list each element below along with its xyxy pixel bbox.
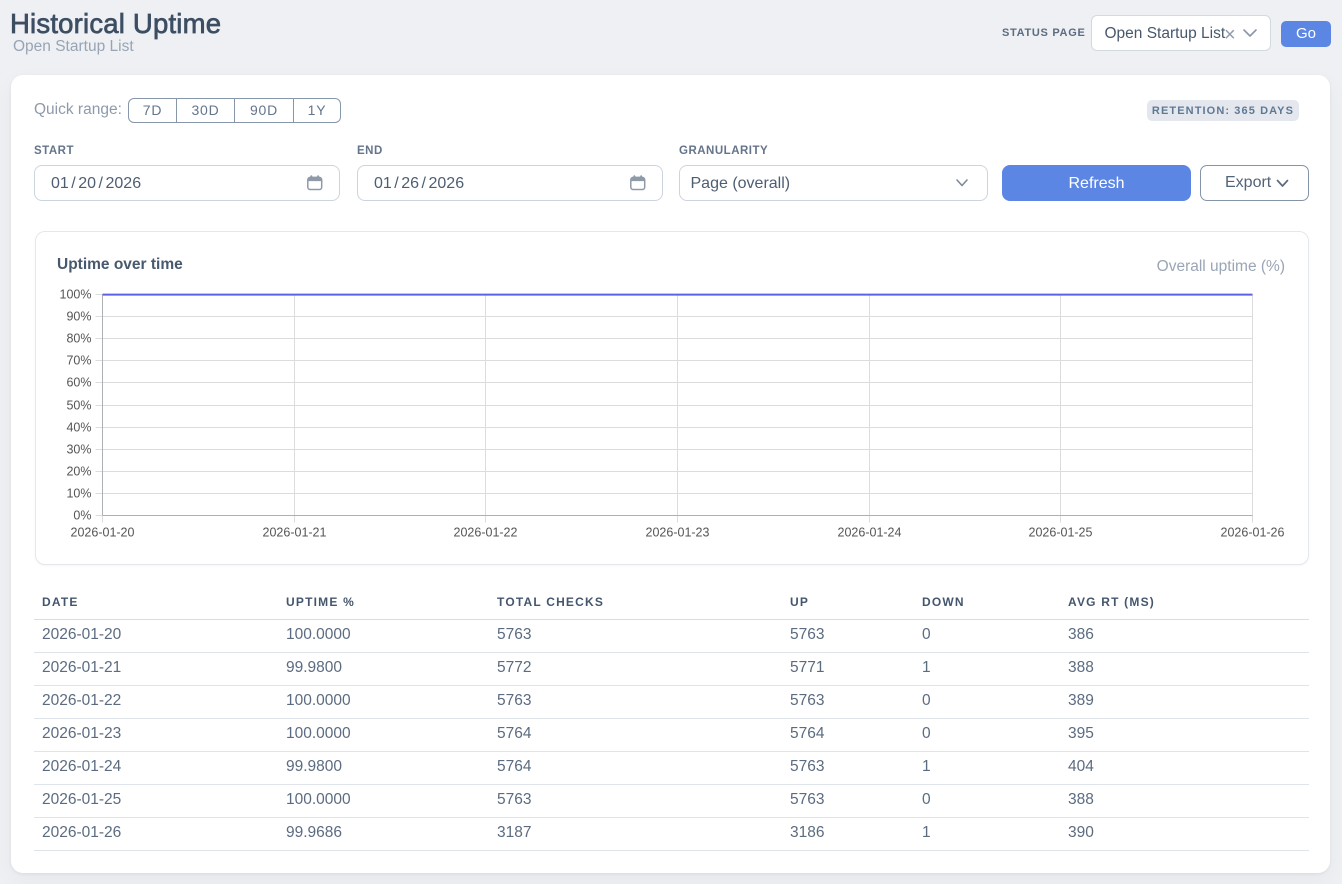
svg-text:10%: 10%: [66, 486, 91, 500]
svg-text:50%: 50%: [66, 398, 91, 412]
svg-text:70%: 70%: [66, 353, 91, 367]
svg-text:30%: 30%: [66, 442, 91, 456]
svg-text:2026-01-25: 2026-01-25: [1029, 526, 1093, 540]
svg-text:2026-01-23: 2026-01-23: [646, 526, 710, 540]
svg-text:2026-01-21: 2026-01-21: [263, 526, 327, 540]
svg-text:2026-01-26: 2026-01-26: [1221, 526, 1285, 540]
svg-text:100%: 100%: [60, 287, 92, 301]
svg-text:90%: 90%: [66, 309, 91, 323]
svg-text:60%: 60%: [66, 375, 91, 389]
svg-text:80%: 80%: [66, 331, 91, 345]
svg-text:40%: 40%: [66, 420, 91, 434]
svg-text:0%: 0%: [73, 508, 91, 522]
svg-text:20%: 20%: [66, 464, 91, 478]
svg-text:2026-01-24: 2026-01-24: [838, 526, 902, 540]
svg-text:2026-01-20: 2026-01-20: [71, 526, 135, 540]
svg-text:2026-01-22: 2026-01-22: [454, 526, 518, 540]
